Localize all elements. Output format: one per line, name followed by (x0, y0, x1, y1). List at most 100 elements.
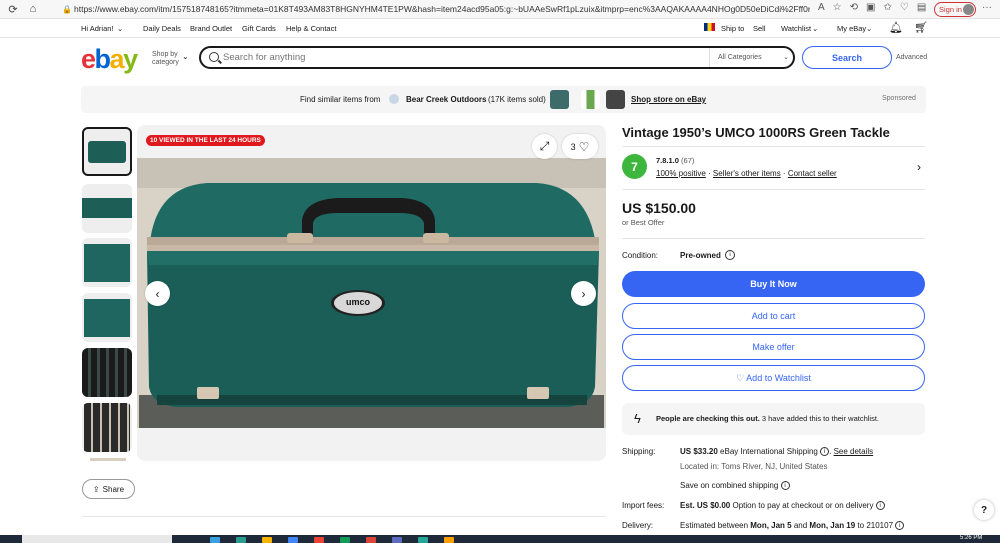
next-image-button[interactable]: › (571, 281, 596, 306)
store-name[interactable]: Bear Creek Outdoors (406, 95, 486, 104)
share-button[interactable]: ⇪ Share (82, 479, 135, 499)
help-button[interactable]: ? (974, 500, 994, 520)
info-icon[interactable]: i (895, 521, 905, 531)
extension-icon[interactable]: ⟲ (850, 2, 858, 13)
share-icon: ⇪ (92, 484, 100, 494)
previous-image-button[interactable]: ‹ (145, 281, 170, 306)
import-fees-label: Import fees: (622, 501, 665, 510)
store-item-thumbnail[interactable] (581, 90, 600, 109)
social-proof-banner: ϟ People are checking this out. 3 have a… (622, 403, 925, 435)
taskbar-app-icon[interactable] (314, 537, 324, 543)
search-input[interactable] (223, 50, 703, 65)
chevron-right-icon[interactable]: › (917, 160, 921, 174)
advanced-search-link[interactable]: Advanced (896, 54, 927, 61)
positive-feedback-link[interactable]: 100% positive (656, 169, 706, 178)
main-product-image[interactable]: umco (137, 125, 606, 461)
brand-outlet-link[interactable]: Brand Outlet (190, 24, 232, 33)
store-item-thumbnail[interactable] (550, 90, 569, 109)
find-similar-text: Find similar items from (300, 95, 381, 104)
combined-shipping: Save on combined shipping i (680, 481, 790, 491)
category-select[interactable]: All Categories ⌄ (709, 48, 793, 67)
taskbar-app-icon[interactable] (262, 537, 272, 543)
watch-count: 3 (570, 141, 576, 152)
bell-icon[interactable]: 🔔︎ (889, 21, 903, 34)
social-proof-text: People are checking this out. 3 have add… (656, 414, 879, 423)
daily-deals-link[interactable]: Daily Deals (143, 24, 181, 33)
ebay-logo[interactable]: ebay (81, 44, 138, 75)
import-fees-value: Est. US $0.00 Option to pay at checkout … (680, 501, 885, 511)
social-proof-rest: 3 have added this to their watchlist. (759, 414, 880, 423)
taskbar-app-icon[interactable] (444, 537, 454, 543)
seller-name[interactable]: 7.8.1.0 (656, 156, 679, 165)
shipping-value: US $33.20 eBay International Shipping i.… (680, 447, 874, 457)
chevron-down-icon: ⌄ (117, 24, 124, 33)
gallery-thumbnail[interactable] (82, 238, 132, 287)
info-icon[interactable]: i (820, 447, 830, 457)
gallery-thumbnail[interactable] (82, 184, 132, 233)
tackle-box-photo: umco (137, 158, 606, 428)
add-to-watchlist-button[interactable]: ♡ Add to Watchlist (622, 365, 925, 391)
split-screen-icon[interactable]: ▣ (866, 2, 875, 13)
gallery-thumbnail[interactable] (82, 127, 132, 176)
store-item-thumbnail[interactable] (606, 90, 625, 109)
see-details-link[interactable]: See details (834, 447, 874, 456)
browser-sidebar-icon[interactable]: ▤ (917, 2, 926, 13)
watch-count-button[interactable]: 3 ♡ (562, 134, 598, 159)
gallery-thumbnail-partial[interactable] (90, 458, 126, 461)
info-icon[interactable]: i (780, 481, 790, 491)
buy-it-now-button[interactable]: Buy It Now (622, 271, 925, 297)
cart-icon[interactable]: 🛒︎ (914, 21, 928, 34)
make-offer-button[interactable]: Make offer (622, 334, 925, 360)
read-aloud-icon[interactable]: A (818, 2, 825, 13)
chevron-down-icon: ⌄ (812, 24, 819, 33)
address-bar[interactable]: 🔒 https://www.ebay.com/itm/157518748165?… (60, 2, 810, 17)
home-icon[interactable]: ⌂ (26, 2, 40, 16)
shipping-price: US $33.20 (680, 447, 718, 456)
feedback-count: (67) (681, 156, 695, 165)
browser-signin-button[interactable]: Sign in (934, 2, 976, 17)
greeting-link[interactable]: Hi Adrian! (81, 24, 114, 33)
refresh-icon[interactable]: ⟳ (6, 2, 20, 16)
gallery-thumbnail[interactable] (82, 293, 132, 342)
taskbar-app-icon[interactable] (366, 537, 376, 543)
taskbar-app-icon[interactable] (288, 537, 298, 543)
shipping-method: eBay International Shipping (717, 447, 821, 456)
seller-score: 7.8.1.0 (67) (656, 156, 694, 165)
sponsored-store-banner[interactable]: Find similar items from Bear Creek Outdo… (81, 86, 926, 113)
search-button[interactable]: Search (802, 46, 892, 69)
taskbar-app-icon[interactable] (236, 537, 246, 543)
help-contact-link[interactable]: Help & Contact (286, 24, 336, 33)
taskbar-app-icon[interactable] (210, 537, 220, 543)
watchlist-link[interactable]: Watchlist (781, 24, 811, 33)
contact-seller-link[interactable]: Contact seller (788, 169, 837, 178)
delivery-mid: and (791, 521, 810, 530)
gallery-thumbnail[interactable] (82, 348, 132, 397)
other-items-link[interactable]: Seller's other items (713, 169, 781, 178)
add-to-cart-button[interactable]: Add to cart (622, 303, 925, 329)
sell-link[interactable]: Sell (753, 24, 766, 33)
info-icon[interactable]: i (875, 501, 885, 511)
gift-cards-link[interactable]: Gift Cards (242, 24, 276, 33)
info-icon[interactable]: i (725, 250, 735, 260)
shop-by-line1: Shop by (152, 51, 178, 58)
divider (622, 238, 925, 239)
taskbar-app-icon[interactable] (340, 537, 350, 543)
condition-label: Condition: (622, 251, 659, 260)
global-top-nav: Hi Adrian! ⌄ Daily Deals Brand Outlet Gi… (0, 19, 1000, 38)
collections-icon[interactable]: ♡ (900, 2, 909, 13)
combined-shipping-text: Save on combined shipping (680, 481, 779, 490)
gallery-thumbnail[interactable] (82, 403, 132, 452)
ship-to-link[interactable]: Ship to (721, 24, 744, 33)
expand-icon[interactable]: ⤢ (532, 134, 557, 159)
shop-by-line2: category (152, 59, 179, 66)
shop-by-category-button[interactable]: Shop by category (152, 51, 179, 67)
taskbar-app-icon[interactable] (418, 537, 428, 543)
seller-card[interactable]: 7 7.8.1.0 (67) 100% positive · Seller's … (622, 152, 925, 184)
favorites-icon[interactable]: ✩ (883, 2, 891, 13)
favorite-star-icon[interactable]: ☆ (833, 2, 842, 13)
taskbar-app-icon[interactable] (392, 537, 402, 543)
my-ebay-link[interactable]: My eBay (837, 24, 866, 33)
taskbar-search[interactable] (22, 535, 172, 543)
browser-menu-icon[interactable]: ··· (982, 2, 992, 13)
shop-store-link[interactable]: Shop store on eBay (631, 95, 706, 104)
